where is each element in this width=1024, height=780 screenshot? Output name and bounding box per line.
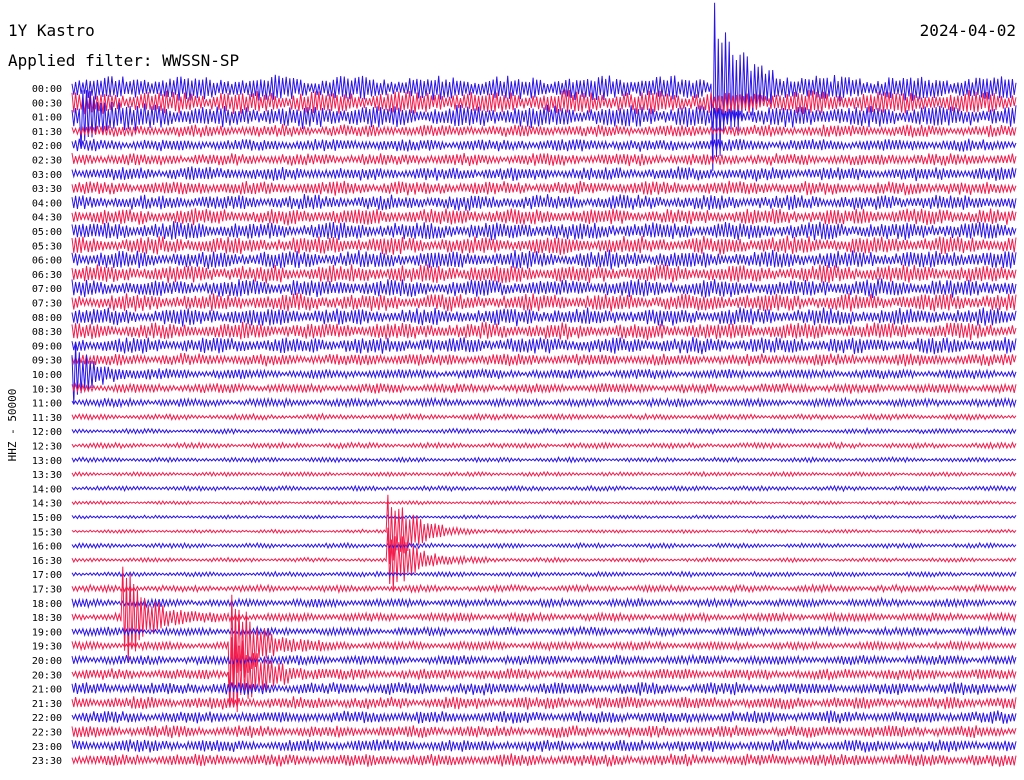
trace-row-1430 (71, 499, 1017, 506)
time-tick-label: 08:00 (32, 313, 62, 324)
time-tick-label: 21:30 (32, 699, 62, 710)
time-tick-label: 18:00 (32, 599, 62, 610)
time-tick-label: 22:30 (32, 728, 62, 739)
trace-row-2200 (71, 710, 1017, 724)
time-tick-label: 03:00 (32, 170, 62, 181)
time-tick-label: 01:00 (32, 113, 62, 124)
station-title: 1Y Kastro (8, 21, 95, 40)
filter-label: Applied filter: WWSSN-SP (8, 51, 239, 70)
time-tick-label: 12:00 (32, 427, 62, 438)
trace-row-0430 (71, 208, 1017, 226)
trace-row-1630 (71, 527, 1017, 590)
time-tick-label: 05:00 (32, 227, 62, 238)
time-tick-label: 07:30 (32, 299, 62, 310)
time-tick-label: 06:00 (32, 256, 62, 267)
time-tick-label: 23:30 (32, 756, 62, 767)
time-tick-label: 22:00 (32, 713, 62, 724)
time-tick-label: 07:00 (32, 284, 62, 295)
trace-row-1530 (71, 494, 1017, 565)
time-tick-label: 13:00 (32, 456, 62, 467)
time-tick-label: 18:30 (32, 613, 62, 624)
time-tick-label: 11:00 (32, 399, 62, 410)
time-tick-label: 15:30 (32, 527, 62, 538)
trace-row-1500 (71, 514, 1017, 520)
time-tick-label: 20:00 (32, 656, 62, 667)
trace-row-0630 (71, 264, 1017, 284)
time-tick-label: 14:00 (32, 484, 62, 495)
trace-row-0600 (71, 249, 1017, 270)
time-tick-label: 01:30 (32, 127, 62, 138)
time-tick-label: 04:00 (32, 198, 62, 209)
trace-row-1100 (71, 396, 1017, 409)
time-tick-label: 10:30 (32, 384, 62, 395)
trace-row-0130 (71, 124, 1017, 138)
seismic-traces (71, 2, 1017, 767)
time-tick-label: 15:00 (32, 513, 62, 524)
time-tick-label: 02:30 (32, 156, 62, 167)
time-tick-label: 16:30 (32, 556, 62, 567)
time-tick-label: 23:00 (32, 742, 62, 753)
time-tick-label: 14:30 (32, 499, 62, 510)
trace-row-1330 (71, 470, 1017, 478)
trace-row-1230 (71, 441, 1017, 450)
time-tick-labels: 00:00 00:30 01:00 01:30 02:00 02:30 03:00 03:30… (32, 84, 62, 767)
trace-row-1300 (71, 455, 1017, 464)
trace-row-2330 (71, 753, 1017, 767)
time-tick-label: 19:00 (32, 627, 62, 638)
trace-row-1600 (71, 541, 1017, 550)
time-tick-label: 20:30 (32, 670, 62, 681)
trace-row-1830 (71, 566, 1017, 663)
trace-row-2100 (71, 682, 1017, 696)
trace-row-0330 (71, 180, 1017, 196)
time-tick-label: 17:30 (32, 585, 62, 596)
time-tick-label: 21:00 (32, 685, 62, 696)
trace-row-0930 (71, 353, 1017, 367)
trace-row-1130 (71, 412, 1017, 422)
time-tick-label: 13:30 (32, 470, 62, 481)
date-label: 2024-04-02 (920, 21, 1016, 40)
time-tick-label: 00:30 (32, 98, 62, 109)
trace-row-1700 (71, 570, 1017, 579)
channel-axis-label: HHZ - 50000 (6, 389, 19, 462)
time-tick-label: 09:00 (32, 341, 62, 352)
time-tick-label: 05:30 (32, 241, 62, 252)
trace-row-0400 (71, 194, 1017, 211)
time-tick-label: 16:00 (32, 542, 62, 553)
time-tick-label: 09:30 (32, 356, 62, 367)
trace-row-2130 (71, 696, 1017, 710)
helicorder-chart: 1Y Kastro 2024-04-02 Applied filter: WWS… (6, 2, 1017, 767)
time-tick-label: 04:30 (32, 213, 62, 224)
time-tick-label: 00:00 (32, 84, 62, 95)
trace-row-0000 (71, 2, 1017, 171)
trace-row-1900 (71, 625, 1017, 638)
trace-row-1730 (71, 583, 1017, 595)
time-tick-label: 06:30 (32, 270, 62, 281)
trace-row-2000 (71, 653, 1017, 667)
trace-row-0730 (71, 292, 1017, 312)
trace-row-0830 (71, 321, 1017, 341)
time-tick-label: 08:30 (32, 327, 62, 338)
trace-row-0300 (71, 166, 1017, 182)
time-tick-label: 10:00 (32, 370, 62, 381)
time-tick-label: 11:30 (32, 413, 62, 424)
trace-row-1400 (71, 484, 1017, 493)
trace-row-1800 (71, 596, 1017, 609)
trace-row-1200 (71, 427, 1017, 436)
trace-row-0900 (71, 336, 1017, 355)
time-tick-label: 02:00 (32, 141, 62, 152)
time-tick-label: 03:30 (32, 184, 62, 195)
trace-row-0230 (71, 153, 1017, 167)
trace-row-2300 (71, 739, 1017, 753)
trace-row-1030 (71, 382, 1017, 395)
time-tick-label: 12:30 (32, 442, 62, 453)
trace-row-2230 (71, 725, 1017, 739)
trace-row-1000 (71, 344, 1017, 405)
time-tick-label: 19:30 (32, 642, 62, 653)
trace-row-0200 (71, 138, 1017, 152)
time-tick-label: 17:00 (32, 570, 62, 581)
